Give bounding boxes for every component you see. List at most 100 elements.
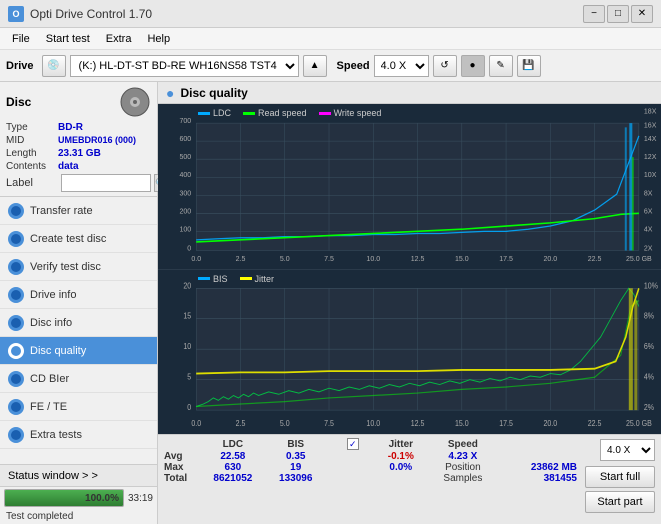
svg-text:10.0: 10.0 bbox=[366, 418, 380, 428]
status-window-button[interactable]: Status window > > bbox=[0, 465, 157, 487]
contents-label: Contents bbox=[6, 161, 58, 172]
main-content: ● Disc quality LDC Read speed bbox=[158, 82, 661, 524]
avg-ldc: 22.58 bbox=[199, 451, 267, 462]
create-test-disc-label: Create test disc bbox=[30, 233, 106, 245]
svg-text:400: 400 bbox=[179, 170, 191, 179]
svg-text:22.5: 22.5 bbox=[588, 254, 602, 263]
sidebar-item-cd-bier[interactable]: CD BIer bbox=[0, 365, 157, 393]
disc-quality-label: Disc quality bbox=[30, 345, 86, 357]
total-label: Total bbox=[164, 473, 199, 484]
jitter-checkbox[interactable]: ✓ bbox=[347, 438, 359, 450]
svg-text:6X: 6X bbox=[644, 206, 653, 215]
menu-file[interactable]: File bbox=[4, 31, 38, 47]
svg-text:17.5: 17.5 bbox=[499, 418, 513, 428]
length-label: Length bbox=[6, 148, 58, 159]
sidebar-item-disc-info[interactable]: Disc info bbox=[0, 309, 157, 337]
disc-icon bbox=[119, 86, 151, 118]
chart1-svg: 0 100 200 300 400 500 600 700 2X 4X 6X 8… bbox=[158, 104, 661, 269]
svg-text:2%: 2% bbox=[644, 402, 654, 412]
sidebar-item-extra-tests[interactable]: Extra tests bbox=[0, 421, 157, 449]
maximize-button[interactable]: □ bbox=[607, 5, 629, 23]
menu-start-test[interactable]: Start test bbox=[38, 31, 98, 47]
speed-control: 4.0 X 1.0 X 2.0 X 8.0 X bbox=[600, 439, 655, 461]
speed-label: Speed bbox=[337, 60, 370, 72]
sidebar-item-drive-info[interactable]: Drive info bbox=[0, 281, 157, 309]
minimize-button[interactable]: − bbox=[583, 5, 605, 23]
label-input[interactable] bbox=[61, 174, 151, 192]
sidebar-item-fe-te[interactable]: FE / TE bbox=[0, 393, 157, 421]
avg-bis: 0.35 bbox=[267, 451, 325, 462]
svg-text:7.5: 7.5 bbox=[324, 418, 334, 428]
app-title: Opti Drive Control 1.70 bbox=[30, 7, 152, 21]
disc-btn[interactable]: ● bbox=[461, 55, 485, 77]
max-ldc: 630 bbox=[199, 462, 267, 473]
eject-btn[interactable]: ▲ bbox=[303, 55, 327, 77]
speed-selector-stats[interactable]: 4.0 X 1.0 X 2.0 X 8.0 X bbox=[600, 439, 655, 461]
svg-text:12.5: 12.5 bbox=[411, 254, 425, 263]
avg-label: Avg bbox=[164, 451, 199, 462]
extra-tests-label: Extra tests bbox=[30, 429, 82, 441]
avg-jitter: -0.1% bbox=[373, 451, 429, 462]
legend-read-speed: Read speed bbox=[243, 108, 307, 118]
menu-extra[interactable]: Extra bbox=[98, 31, 140, 47]
menu-help[interactable]: Help bbox=[139, 31, 178, 47]
speed-value: 4.23 X bbox=[429, 451, 497, 462]
write-btn[interactable]: ✎ bbox=[489, 55, 513, 77]
sidebar-item-disc-quality[interactable]: Disc quality bbox=[0, 337, 157, 365]
svg-text:6%: 6% bbox=[644, 341, 654, 351]
drive-icon-btn[interactable]: 💿 bbox=[42, 55, 66, 77]
svg-text:2.5: 2.5 bbox=[236, 418, 246, 428]
elapsed-time: 33:19 bbox=[128, 493, 153, 504]
close-button[interactable]: ✕ bbox=[631, 5, 653, 23]
stats-table: LDC BIS ✓ Jitter Speed Avg 2 bbox=[164, 437, 577, 484]
col-header-jitter: Jitter bbox=[373, 437, 429, 451]
fe-te-icon bbox=[8, 399, 24, 415]
jitter-checkbox-cell[interactable]: ✓ bbox=[345, 437, 373, 451]
chart2-legend: BIS Jitter bbox=[198, 274, 274, 284]
svg-text:18X: 18X bbox=[644, 106, 657, 115]
disc-quality-header-icon: ● bbox=[166, 85, 174, 101]
svg-text:25.0 GB: 25.0 GB bbox=[626, 254, 652, 263]
sidebar-item-create-test-disc[interactable]: Create test disc bbox=[0, 225, 157, 253]
speed-selector[interactable]: 4.0 X 1.0 X 2.0 X 8.0 X bbox=[374, 55, 429, 77]
window-controls: − □ ✕ bbox=[583, 5, 653, 23]
disc-info-icon bbox=[8, 315, 24, 331]
cd-bier-icon bbox=[8, 371, 24, 387]
contents-field: Contents data bbox=[6, 161, 151, 172]
drive-selector[interactable]: (K:) HL-DT-ST BD-RE WH16NS58 TST4 bbox=[70, 55, 299, 77]
svg-text:10%: 10% bbox=[644, 280, 658, 290]
refresh-btn[interactable]: ↺ bbox=[433, 55, 457, 77]
drive-info-label: Drive info bbox=[30, 289, 76, 301]
create-test-disc-icon bbox=[8, 231, 24, 247]
svg-text:12.5: 12.5 bbox=[411, 418, 425, 428]
total-bis: 133096 bbox=[267, 473, 325, 484]
svg-text:0.0: 0.0 bbox=[191, 418, 201, 428]
svg-text:8X: 8X bbox=[644, 188, 653, 197]
start-full-button[interactable]: Start full bbox=[585, 466, 655, 488]
svg-text:15: 15 bbox=[183, 311, 191, 321]
transfer-rate-label: Transfer rate bbox=[30, 205, 93, 217]
mid-field: MID UMEBDR016 (000) bbox=[6, 135, 151, 146]
save-btn[interactable]: 💾 bbox=[517, 55, 541, 77]
svg-text:7.5: 7.5 bbox=[324, 254, 334, 263]
progress-text: 100.0% bbox=[85, 490, 119, 506]
svg-text:2X: 2X bbox=[644, 243, 653, 252]
start-part-button[interactable]: Start part bbox=[585, 491, 655, 513]
length-value: 23.31 GB bbox=[58, 148, 101, 159]
label-label: Label bbox=[6, 177, 58, 189]
legend-ldc: LDC bbox=[198, 108, 231, 118]
svg-text:12X: 12X bbox=[644, 152, 657, 161]
sidebar-item-transfer-rate[interactable]: Transfer rate bbox=[0, 197, 157, 225]
svg-text:0: 0 bbox=[187, 402, 192, 412]
disc-quality-header: ● Disc quality bbox=[158, 82, 661, 104]
svg-text:4X: 4X bbox=[644, 224, 653, 233]
svg-text:20.0: 20.0 bbox=[543, 254, 557, 263]
max-jitter: 0.0% bbox=[373, 462, 429, 473]
drive-toolbar: Drive 💿 (K:) HL-DT-ST BD-RE WH16NS58 TST… bbox=[0, 50, 661, 82]
fe-te-label: FE / TE bbox=[30, 401, 67, 413]
mid-label: MID bbox=[6, 135, 58, 146]
drive-label: Drive bbox=[6, 60, 34, 72]
sidebar-item-verify-test-disc[interactable]: Verify test disc bbox=[0, 253, 157, 281]
svg-text:500: 500 bbox=[179, 152, 191, 161]
status-bar: Status window > > 100.0% 33:19 Test comp… bbox=[0, 464, 157, 524]
